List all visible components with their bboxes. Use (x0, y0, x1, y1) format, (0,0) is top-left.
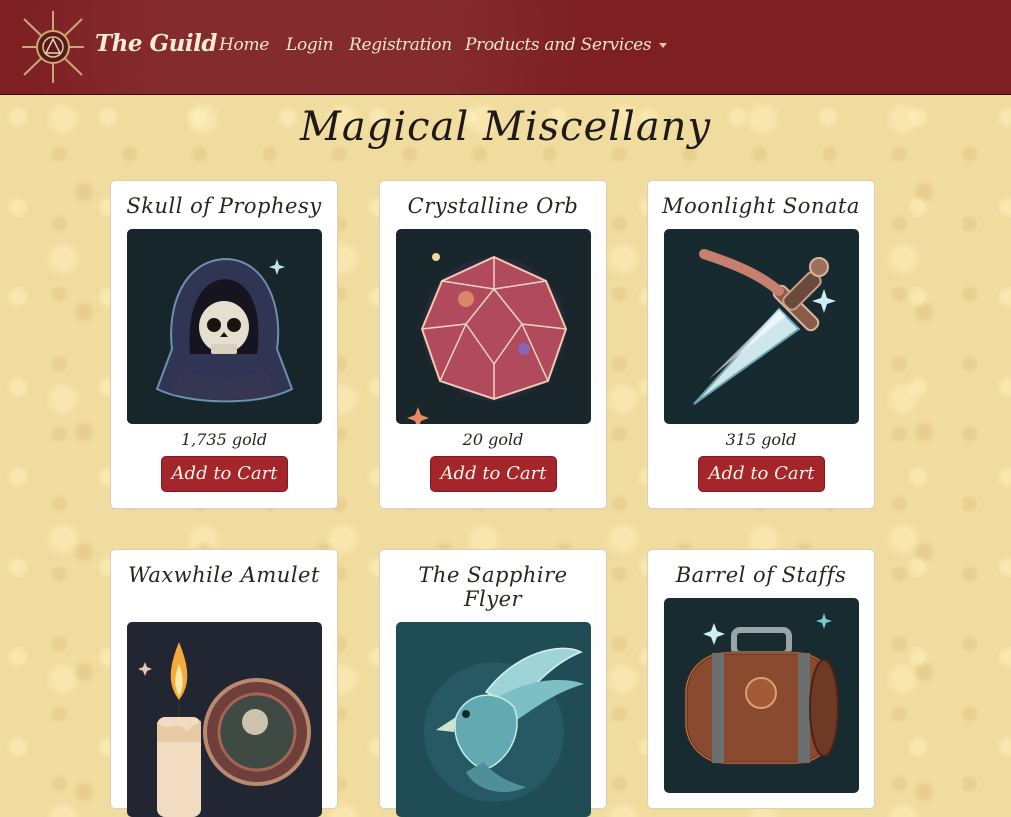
add-to-cart-button[interactable]: Add to Cart (430, 456, 557, 492)
product-name: Barrel of Staffs (675, 563, 847, 587)
page-title: Magical Miscellany (299, 104, 712, 150)
navbar: The Guild Home Login Registration Produc… (0, 0, 1011, 95)
guild-crest-icon[interactable] (20, 9, 86, 85)
hooded-skull-image[interactable] (127, 229, 322, 424)
dagger-image[interactable] (664, 229, 859, 424)
product-name: Crystalline Orb (407, 194, 579, 218)
nav-products-dropdown[interactable]: Products and Services (465, 35, 668, 55)
product-card: Moonlight Sonata 315 gold Add to Cart (647, 180, 875, 509)
add-to-cart-button[interactable]: Add to Cart (161, 456, 288, 492)
product-price: 1,735 gold (180, 430, 268, 449)
product-card: Barrel of Staffs (647, 549, 875, 809)
product-price: 315 gold (725, 430, 797, 449)
product-price: 20 gold (462, 430, 524, 449)
candle-amulet-image[interactable] (127, 622, 322, 817)
product-card: Waxwhile Amulet (110, 549, 338, 817)
products-dropdown-label: Products and Services (465, 35, 652, 55)
chevron-down-icon (659, 43, 668, 48)
nav-registration-link[interactable]: Registration (349, 35, 452, 55)
product-name: Moonlight Sonata (662, 194, 860, 218)
product-name: Skull of Prophesy (126, 194, 322, 218)
nav-login-link[interactable]: Login (286, 35, 334, 55)
nav-home-link[interactable]: Home (219, 35, 269, 55)
product-name: The Sapphire Flyer (418, 563, 568, 611)
product-card: Skull of Prophesy 1,735 gold Add to Cart (110, 180, 338, 509)
add-to-cart-button[interactable]: Add to Cart (698, 456, 825, 492)
crystal-orb-image[interactable] (396, 229, 591, 424)
product-card: The Sapphire Flyer (379, 549, 607, 817)
product-name: Waxwhile Amulet (128, 563, 320, 587)
product-card: Crystalline Orb 20 gold Add to Cart (379, 180, 607, 509)
barrel-image[interactable] (664, 598, 859, 793)
sapphire-flyer-image[interactable] (396, 622, 591, 817)
brand-link[interactable]: The Guild (95, 30, 217, 57)
